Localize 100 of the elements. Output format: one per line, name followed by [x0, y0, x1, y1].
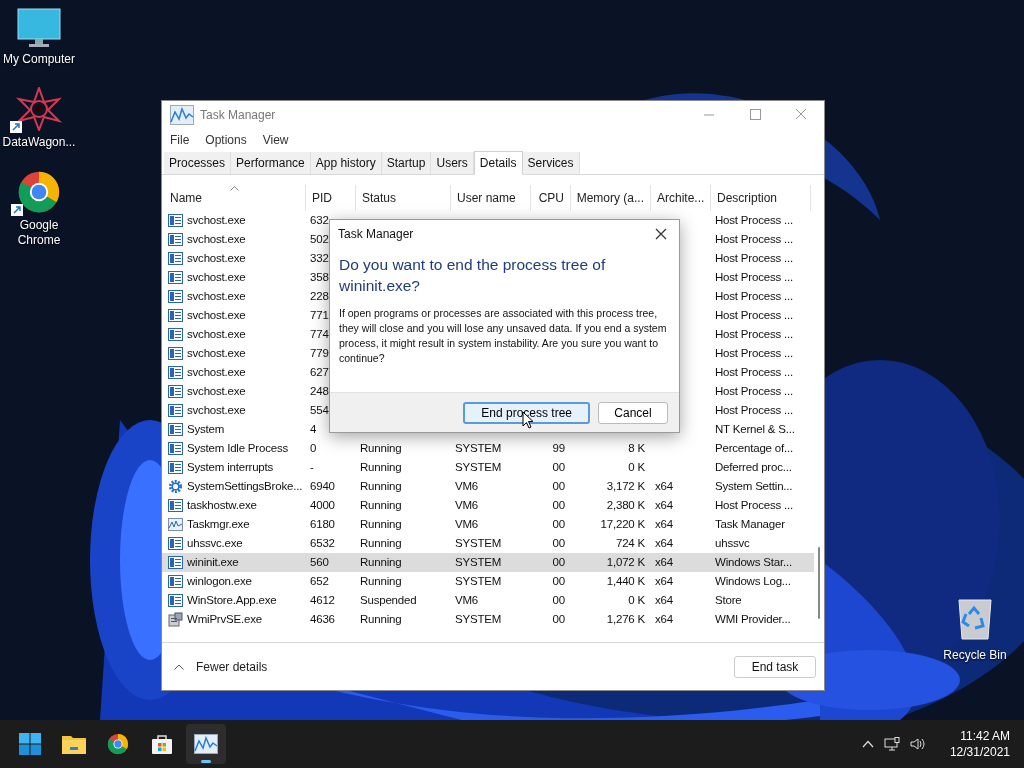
table-cell-text: 0 K [628, 460, 645, 475]
table-cell-text: Percentage of... [715, 441, 793, 456]
table-cell-text: Taskmgr.exe [187, 517, 250, 532]
dialog-title: Task Manager [338, 226, 414, 243]
table-cell-text: VM6 [455, 517, 479, 532]
table-cell-text: Host Process ... [715, 327, 793, 342]
table-cell-text: SYSTEM [455, 555, 502, 570]
table-cell-text: svchost.exe [187, 289, 246, 304]
table-cell-text: Deferred proc... [715, 460, 792, 475]
table-cell-text: svchost.exe [187, 308, 246, 323]
table-cell-text: Host Process ... [715, 384, 793, 399]
table-cell-text: 00 [552, 555, 565, 570]
table-cell-text: 4612 [310, 593, 335, 608]
table-cell-text: 1,440 K [606, 574, 645, 589]
table-cell-text: 774 [310, 327, 329, 342]
table-cell-text: Task Manager [715, 517, 785, 532]
table-cell-text: WmiPrvSE.exe [187, 612, 262, 627]
table-cell-text: Running [360, 441, 402, 456]
table-cell-text: uhssvc [715, 536, 750, 551]
table-cell-text: Running [360, 536, 402, 551]
table-cell-text: 1,276 K [606, 612, 645, 627]
table-cell-text: x64 [655, 574, 673, 589]
table-cell-text: x64 [655, 593, 673, 608]
table-cell-text: 502 [310, 232, 329, 247]
table-cell-text: VM6 [455, 593, 479, 608]
table-cell-text: SYSTEM [455, 536, 502, 551]
table-cell-text: SYSTEM [455, 574, 502, 589]
table-cell-text: 3,172 K [606, 479, 645, 494]
table-cell-text: - [310, 460, 314, 475]
table-cell-text: 332 [310, 251, 329, 266]
table-cell-text: 8 K [628, 441, 645, 456]
table-cell-text: 248 [310, 384, 329, 399]
table-cell-text: 00 [552, 536, 565, 551]
table-cell-text: 724 K [615, 536, 645, 551]
table-cell-text: 4636 [310, 612, 335, 627]
table-cell-text: 2,380 K [606, 498, 645, 513]
table-cell-text: 00 [552, 498, 565, 513]
table-cell-text: Host Process ... [715, 213, 793, 228]
table-cell-text: Running [360, 612, 402, 627]
table-cell-text: 4 [310, 422, 317, 437]
table-cell-text: x64 [655, 517, 673, 532]
table-cell-text: Host Process ... [715, 232, 793, 247]
table-cell-text: Suspended [360, 593, 417, 608]
table-cell-text: WMI Provider... [715, 612, 791, 627]
table-cell-text: Host Process ... [715, 251, 793, 266]
table-cell-text: svchost.exe [187, 251, 246, 266]
dialog-heading: Do you want to end the process tree of wininit.exe? [338, 255, 607, 296]
table-cell-text: Host Process ... [715, 270, 793, 285]
table-cell-text: Host Process ... [715, 365, 793, 380]
table-cell-text: VM6 [455, 479, 479, 494]
table-cell-text: 00 [552, 517, 565, 532]
table-cell-text: svchost.exe [187, 327, 246, 342]
table-cell-text: x64 [655, 536, 673, 551]
table-cell-text: SYSTEM [455, 460, 502, 475]
table-cell-text: svchost.exe [187, 346, 246, 361]
table-cell-text: Host Process ... [715, 289, 793, 304]
table-cell-text: Running [360, 574, 402, 589]
dialog-message: If open programs or processes are associated with this process tree, they will close and you will lose any unsaved data. If you end a system process, it might result in system instability. Are you sure you want to continue? [338, 306, 668, 366]
table-cell-text: x64 [655, 479, 673, 494]
table-cell-text: svchost.exe [187, 384, 246, 399]
table-cell-text: SystemSettingsBroke... [187, 479, 303, 494]
table-cell-text: 0 K [628, 593, 645, 608]
table-cell-text: 0 [310, 441, 317, 456]
table-cell-text: 560 [310, 555, 329, 570]
table-cell-text: Running [360, 460, 402, 475]
table-cell-text: 6940 [310, 479, 335, 494]
table-cell-text: 6180 [310, 517, 335, 532]
table-cell-text: 779 [310, 346, 329, 361]
table-cell-text: 00 [552, 612, 565, 627]
table-cell-text: svchost.exe [187, 213, 246, 228]
table-cell-text: svchost.exe [187, 232, 246, 247]
table-cell-text: SYSTEM [455, 612, 502, 627]
table-cell-text: 228 [310, 289, 329, 304]
table-cell-text: Running [360, 498, 402, 513]
table-cell-text: Store [715, 593, 742, 608]
table-cell-text: Host Process ... [715, 403, 793, 418]
table-cell-text: taskhostw.exe [187, 498, 257, 513]
table-cell-text: svchost.exe [187, 403, 246, 418]
table-cell-text: 358 [310, 270, 329, 285]
table-cell-text: WinStore.App.exe [187, 593, 277, 608]
table-cell-text: VM6 [455, 498, 479, 513]
table-cell-text: System interrupts [187, 460, 274, 475]
table-cell-text: 652 [310, 574, 329, 589]
table-cell-text: winlogon.exe [187, 574, 252, 589]
table-cell-text: x64 [655, 555, 673, 570]
table-cell-text: 627 [310, 365, 329, 380]
table-cell-text: 00 [552, 574, 565, 589]
table-cell-text: Host Process ... [715, 308, 793, 323]
table-cell-text: System Idle Process [187, 441, 288, 456]
table-cell-text: uhssvc.exe [187, 536, 243, 551]
table-cell-text: 6532 [310, 536, 335, 551]
table-cell-text: Running [360, 517, 402, 532]
table-cell-text: wininit.exe [187, 555, 239, 570]
table-cell-text: Windows Star... [715, 555, 792, 570]
table-cell-text: x64 [655, 498, 673, 513]
table-cell-text: Host Process ... [715, 346, 793, 361]
table-cell-text: 00 [552, 460, 565, 475]
table-cell-text: System Settin... [715, 479, 793, 494]
table-cell-text: 771 [310, 308, 329, 323]
table-cell-text: 99 [552, 441, 565, 456]
